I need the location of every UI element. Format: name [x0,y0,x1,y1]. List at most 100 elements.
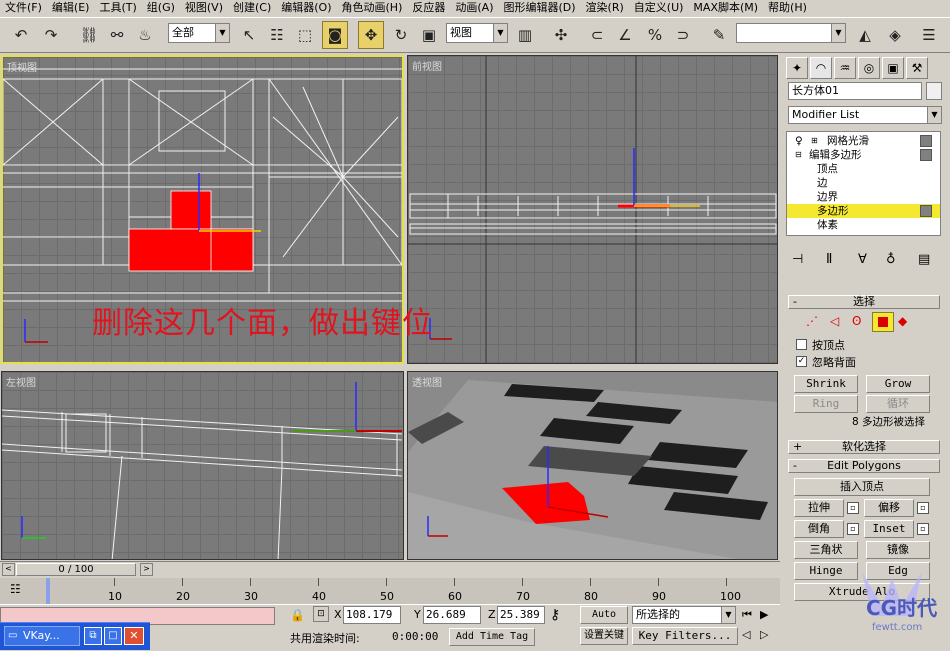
shrink-button[interactable]: Shrink [794,375,858,393]
stack-config-icon[interactable] [920,135,932,147]
ring-button[interactable]: Ring [794,395,858,413]
absolute-mode-icon[interactable]: ⊡ [313,606,329,622]
object-name-field[interactable]: 长方体01 [788,82,922,100]
motion-tab-icon[interactable]: ◎ [858,57,880,79]
stack-polygon[interactable]: 多边形 [787,204,940,218]
stack-element[interactable]: 体素 [787,218,940,232]
spinner-snap-icon[interactable]: ⊃ [670,21,696,49]
menu-maxscript[interactable]: MAX脚本(M) [688,0,763,16]
redo-icon[interactable]: ↷ [38,21,64,49]
loop-button[interactable]: 循环 [866,395,930,413]
taskbar-vkay-item[interactable]: ▭ VKay... [4,626,80,646]
mirror-button[interactable]: 镜像 [866,541,930,559]
angle-snap-icon[interactable]: ∠ [612,21,638,49]
menu-modifiers[interactable]: 编辑器(O) [276,0,336,16]
add-time-tag-button[interactable]: Add Time Tag [449,628,535,646]
edit-named-selection-icon[interactable]: ✎ [706,21,732,49]
edge-mode-icon[interactable]: ◁ [830,314,839,328]
menu-edit[interactable]: 编辑(E) [47,0,95,16]
close-icon[interactable]: ✕ [124,627,144,645]
triangulate-button[interactable]: 三角状 [794,541,858,559]
lock-icon[interactable]: 🔒 [290,608,305,622]
configure-sets-icon[interactable]: ▤ [918,252,930,267]
stack-config-icon[interactable] [920,205,932,217]
expand-icon[interactable]: ⊞ [811,134,818,148]
go-to-start-icon[interactable]: ⏮ [742,608,752,622]
percent-snap-icon[interactable]: % [642,21,668,49]
menu-group[interactable]: 组(G) [142,0,180,16]
object-color-swatch[interactable] [926,82,942,100]
utilities-tab-icon[interactable]: ⚒ [906,57,928,79]
track-bar[interactable]: ☷ 10 20 30 40 50 60 70 80 90 100 [0,578,780,604]
pivot-center-icon[interactable]: ▥ [512,21,538,49]
rotate-icon[interactable]: ↻ [388,21,414,49]
insert-vertex-button[interactable]: 插入顶点 [794,478,930,496]
rect-selection-icon[interactable]: ⬚ [292,21,318,49]
move-icon[interactable]: ✥ [358,21,384,49]
unlink-icon[interactable]: ⚯ [104,21,130,49]
key-filters-button[interactable]: Key Filters... [632,627,738,645]
key-mode-icon[interactable]: ⚷ [550,607,560,623]
menu-animation[interactable]: 动画(A) [450,0,498,16]
hierarchy-tab-icon[interactable]: ♒ [834,57,856,79]
auto-key-button[interactable]: Auto Key [580,606,628,624]
menu-view[interactable]: 视图(V) [180,0,228,16]
prev-frame-icon[interactable]: < [2,563,15,576]
restore-icon[interactable]: ⧉ [84,627,102,645]
selection-rollout-header[interactable]: - 选择 [788,295,940,309]
select-object-icon[interactable]: ↖ [236,21,262,49]
menu-reactor[interactable]: 反应器 [407,0,450,16]
viewport-front[interactable]: 前视图 [407,55,778,364]
link-icon[interactable]: ⛓ [76,21,102,49]
stack-border[interactable]: 边界 [787,190,940,204]
menu-file[interactable]: 文件(F) [0,0,47,16]
z-coordinate-field[interactable]: 25.389 [497,606,545,624]
play-icon[interactable]: ▶ [760,608,768,621]
prev-key-icon[interactable]: ◁ [742,628,750,641]
stack-vertex[interactable]: 顶点 [787,162,940,176]
make-unique-icon[interactable]: ∀ [858,252,867,267]
modifier-list-dropdown[interactable]: Modifier List ▼ [788,106,942,124]
scale-icon[interactable]: ▣ [416,21,442,49]
menu-rendering[interactable]: 渲染(R) [581,0,629,16]
viewport-left[interactable]: 左视图 [1,371,404,560]
mirror-icon[interactable]: ◭ [852,21,878,49]
edit-polygons-header[interactable]: - Edit Polygons [788,459,940,473]
menu-character[interactable]: 角色动画(H) [337,0,408,16]
layer-manager-icon[interactable]: ☰ [916,21,942,49]
modify-tab-icon[interactable]: ◠ [810,57,832,79]
align-icon[interactable]: ◈ [882,21,908,49]
trackbar-curve-icon[interactable]: ☷ [10,582,21,596]
inset-button[interactable]: Inset [864,520,914,538]
time-slider[interactable]: < 0 / 100 > [0,561,780,577]
bevel-settings-icon[interactable]: ▫ [847,523,859,535]
pin-stack-icon[interactable]: ⊣ [792,252,803,267]
inset-settings-icon[interactable]: ▫ [917,523,929,535]
next-frame-icon[interactable]: > [140,563,153,576]
select-manipulate-icon[interactable]: ✣ [548,21,574,49]
snap-3d-icon[interactable]: ⊂ [584,21,610,49]
time-slider-thumb[interactable]: 0 / 100 [16,563,136,576]
y-coordinate-field[interactable]: 26.689 [423,606,481,624]
stack-meshsmooth[interactable]: ♀ ⊞ 网格光滑 [787,134,940,148]
reference-coord-dropdown[interactable]: 视图 ▼ [446,23,508,43]
create-tab-icon[interactable]: ✦ [786,57,808,79]
menu-customize[interactable]: 自定义(U) [629,0,689,16]
x-coordinate-field[interactable]: 108.179 [343,606,401,624]
viewport-perspective[interactable]: 透视图 [407,371,778,560]
ignore-backfacing-checkbox[interactable]: ✓ [796,356,807,367]
window-crossing-icon[interactable]: ◙ [322,21,348,49]
collapse-icon[interactable]: ⊟ [795,148,802,162]
element-mode-icon[interactable]: ◆ [898,314,907,328]
next-key-icon[interactable]: ▷ [760,628,768,641]
set-key-button[interactable]: 设置关键 [580,627,628,645]
offset-settings-icon[interactable]: ▫ [917,502,929,514]
border-mode-icon[interactable]: ʘ [852,314,861,328]
maximize-icon[interactable]: □ [104,627,122,645]
offset-button[interactable]: 偏移 [864,499,914,517]
bevel-button[interactable]: 倒角 [794,520,844,538]
bind-space-warp-icon[interactable]: ♨ [132,21,158,49]
soft-selection-header[interactable]: + 软化选择 [788,440,940,454]
menu-help[interactable]: 帮助(H) [763,0,812,16]
stack-editpoly[interactable]: ⊟ 编辑多边形 [787,148,940,162]
